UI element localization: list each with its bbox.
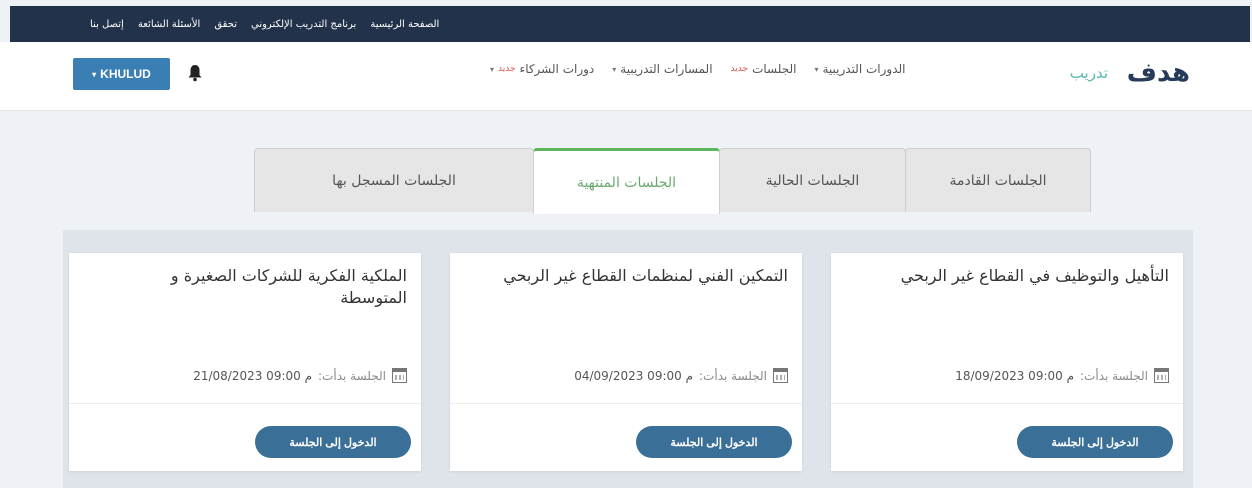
- session-start-label: الجلسة بدأت:: [318, 368, 386, 383]
- tab-registered[interactable]: الجلسات المسجل بها: [254, 148, 534, 212]
- user-menu-button[interactable]: ▾ KHULUD: [73, 58, 170, 90]
- calendar-icon: [1154, 368, 1169, 383]
- top-link-verify[interactable]: تحقق: [214, 19, 237, 30]
- chevron-down-icon: ▾: [612, 64, 617, 74]
- nav-item-courses[interactable]: الدورات التدريبية ▾: [814, 62, 905, 76]
- main-nav: الدورات التدريبية ▾ الجلسات جديد المسارا…: [490, 62, 906, 76]
- logo[interactable]: هدف تدريب: [1030, 58, 1191, 96]
- session-meta: الجلسة بدأت: 18/09/2023 09:00 م: [955, 368, 1169, 383]
- top-link-contact[interactable]: إتصل بنا: [90, 19, 124, 30]
- session-start-label: الجلسة بدأت:: [699, 368, 767, 383]
- divider: [69, 403, 421, 404]
- session-date: 04/09/2023 09:00 م: [574, 368, 694, 383]
- session-card: التأهيل والتوظيف في القطاع غير الربحي ال…: [831, 253, 1183, 471]
- chevron-down-icon: ▾: [490, 64, 495, 74]
- session-meta: الجلسة بدأت: 21/08/2023 09:00 م: [193, 368, 407, 383]
- top-links: الصفحة الرئيسية برنامج التدريب الإلكترون…: [90, 6, 439, 42]
- tab-label: الجلسات المسجل بها: [332, 172, 456, 189]
- session-date: 21/08/2023 09:00 م: [193, 368, 313, 383]
- nav-item-label: دورات الشركاء: [519, 62, 595, 76]
- chevron-down-icon: ▾: [814, 64, 819, 74]
- tab-label: الجلسات الحالية: [765, 172, 860, 189]
- calendar-icon: [773, 368, 788, 383]
- page: الصفحة الرئيسية برنامج التدريب الإلكترون…: [0, 0, 1252, 488]
- divider: [831, 403, 1183, 404]
- new-badge: جديد: [730, 64, 749, 74]
- nav-item-label: الدورات التدريبية: [822, 62, 906, 76]
- logo-mark: هدف: [1126, 58, 1191, 88]
- session-start-label: الجلسة بدأت:: [1080, 368, 1148, 383]
- session-title: التأهيل والتوظيف في القطاع غير الربحي: [900, 266, 1169, 285]
- chevron-down-icon: ▾: [92, 69, 97, 79]
- header: ▾ KHULUD الدورات التدريبية ▾ الجلسات جدي…: [0, 42, 1252, 111]
- logo-subtitle: تدريب: [1069, 64, 1108, 82]
- nav-item-partners[interactable]: دورات الشركاء جديد ▾: [490, 62, 594, 76]
- enter-session-button[interactable]: الدخول إلى الجلسة: [636, 426, 792, 458]
- session-card: الملكية الفكرية للشركات الصغيرة و المتوس…: [69, 253, 421, 471]
- nav-item-label: الجلسات: [752, 62, 797, 76]
- session-title: التمكين الفني لمنظمات القطاع غير الربحي: [503, 266, 788, 285]
- tab-upcoming[interactable]: الجلسات القادمة: [905, 148, 1091, 212]
- new-badge: جديد: [498, 64, 516, 74]
- tab-ended[interactable]: الجلسات المنتهية: [533, 148, 720, 214]
- divider: [450, 403, 802, 404]
- session-title: الملكية الفكرية للشركات الصغيرة و المتوس…: [170, 266, 407, 307]
- enter-session-button[interactable]: الدخول إلى الجلسة: [1017, 426, 1173, 458]
- calendar-icon: [392, 368, 407, 383]
- session-meta: الجلسة بدأت: 04/09/2023 09:00 م: [574, 368, 788, 383]
- enter-session-button[interactable]: الدخول إلى الجلسة: [255, 426, 411, 458]
- tab-label: الجلسات القادمة: [949, 172, 1047, 189]
- nav-item-paths[interactable]: المسارات التدريبية ▾: [612, 62, 712, 76]
- top-link-faq[interactable]: الأسئلة الشائعة: [138, 19, 201, 30]
- top-bar: الصفحة الرئيسية برنامج التدريب الإلكترون…: [10, 6, 1250, 42]
- top-link-elearning[interactable]: برنامج التدريب الإلكتروني: [251, 19, 356, 30]
- user-name: KHULUD: [100, 67, 151, 81]
- tab-label: الجلسات المنتهية: [576, 174, 677, 191]
- top-link-home[interactable]: الصفحة الرئيسية: [370, 19, 439, 30]
- nav-item-label: المسارات التدريبية: [620, 62, 713, 76]
- session-date: 18/09/2023 09:00 م: [955, 368, 1075, 383]
- sessions-panel: التأهيل والتوظيف في القطاع غير الربحي ال…: [63, 230, 1193, 488]
- session-card: التمكين الفني لمنظمات القطاع غير الربحي …: [450, 253, 802, 471]
- bell-icon[interactable]: [187, 64, 203, 82]
- session-tabs: الجلسات القادمة الجلسات الحالية الجلسات …: [254, 148, 1091, 214]
- nav-item-sessions[interactable]: الجلسات جديد: [731, 62, 797, 76]
- tab-current[interactable]: الجلسات الحالية: [719, 148, 906, 212]
